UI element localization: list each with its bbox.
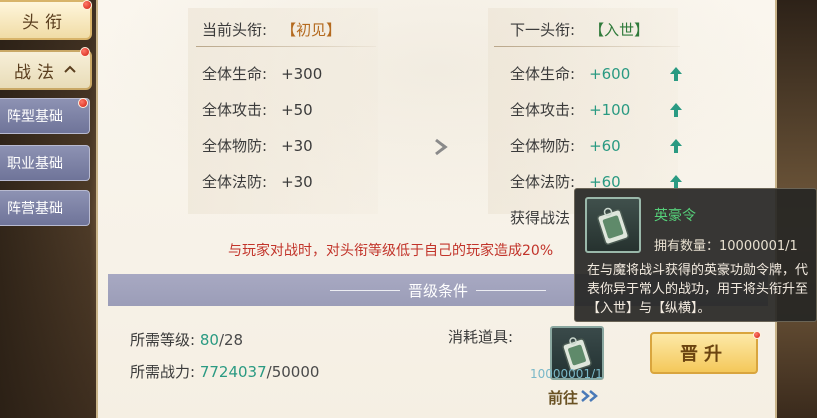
divider xyxy=(494,46,680,47)
promote-button[interactable]: 晋升 xyxy=(650,332,758,374)
stat-label: 全体生命: xyxy=(202,65,268,83)
arrow-up-icon xyxy=(669,102,683,118)
required-level: 所需等级: 80/28 xyxy=(130,329,243,350)
gain-tactic-label: 获得战法 xyxy=(510,209,571,227)
stat-label: 全体生命: xyxy=(510,65,576,83)
tab-tactics[interactable]: 战法 xyxy=(0,50,92,90)
sidebar-item-formation[interactable]: 阵型基础 xyxy=(0,98,90,134)
tab-tactics-label: 战法 xyxy=(14,62,60,83)
notification-dot-title xyxy=(82,0,92,10)
current-title-label: 当前头衔: xyxy=(202,21,268,39)
stat-value: +100 xyxy=(589,100,631,119)
token-icon xyxy=(585,197,641,253)
next-stat-row: 全体攻击: +100 xyxy=(510,99,630,120)
divider xyxy=(476,289,546,291)
next-stat-row: 全体物防: +60 xyxy=(510,135,621,156)
chevron-up-icon xyxy=(64,64,76,77)
stat-value: +50 xyxy=(281,100,313,119)
stat-label: 全体法防: xyxy=(202,173,268,191)
goto-link[interactable]: 前往 xyxy=(548,387,602,408)
stat-value: +60 xyxy=(589,136,621,155)
consume-item-label: 消耗道具: xyxy=(448,328,514,346)
arrow-up-icon xyxy=(669,66,683,82)
item-count: 10000001/1 xyxy=(530,367,603,381)
stat-value: +300 xyxy=(281,64,323,83)
sidebar-item-label: 阵营基础 xyxy=(7,201,63,217)
stat-value: +30 xyxy=(281,172,313,191)
pvp-warning-text: 与玩家对战时，对头衔等级低于自己的玩家造成20% xyxy=(228,243,554,259)
sidebar-item-profession[interactable]: 职业基础 xyxy=(0,145,90,181)
next-stat-row: 全体生命: +600 xyxy=(510,63,630,84)
next-title-name: 【入世】 xyxy=(589,21,650,39)
tab-title[interactable]: 头衔 xyxy=(0,0,92,40)
double-chevron-right-icon xyxy=(580,389,602,407)
promote-button-label: 晋升 xyxy=(680,344,728,365)
current-title-header: 当前头衔: 【初见】 xyxy=(202,19,341,40)
arrow-up-icon xyxy=(669,138,683,154)
next-title-header: 下一头衔: 【入世】 xyxy=(510,19,649,40)
sidebar-item-label: 职业基础 xyxy=(7,156,63,172)
current-stat-row: 全体法防: +30 xyxy=(202,171,313,192)
sidebar-item-faction[interactable]: 阵营基础 xyxy=(0,190,90,226)
level-required: 28 xyxy=(224,331,244,349)
power-required: 50000 xyxy=(271,363,320,381)
item-tooltip: 英豪令 拥有数量：10000001/1 在与魔将战斗获得的英豪功勋令牌，代表你异… xyxy=(574,188,817,322)
conditions-title: 晋级条件 xyxy=(407,281,468,300)
sidebar-item-label: 阵型基础 xyxy=(7,109,63,125)
current-stat-row: 全体生命: +300 xyxy=(202,63,322,84)
arrow-right-icon xyxy=(433,137,453,162)
gain-tactic-row: 获得战法 xyxy=(510,207,570,228)
goto-label: 前往 xyxy=(548,389,579,407)
notification-dot-tactics xyxy=(80,47,90,57)
stat-label: 全体法防: xyxy=(510,173,576,191)
required-level-label: 所需等级: xyxy=(130,331,196,349)
current-stat-row: 全体攻击: +50 xyxy=(202,99,313,120)
stat-value: +30 xyxy=(281,136,313,155)
required-power-label: 所需战力: xyxy=(130,363,196,381)
stat-label: 全体物防: xyxy=(202,137,268,155)
tooltip-item-name: 英豪令 xyxy=(654,208,696,224)
notification-dot-promote xyxy=(753,331,761,339)
required-power: 所需战力: 7724037/50000 xyxy=(130,361,319,382)
tooltip-owned-count: 拥有数量：10000001/1 xyxy=(654,239,798,254)
stat-value: +600 xyxy=(589,64,631,83)
current-title-name: 【初见】 xyxy=(281,21,342,39)
stat-label: 全体攻击: xyxy=(510,101,576,119)
level-current: 80 xyxy=(199,331,219,349)
next-title-label: 下一头衔: xyxy=(510,21,576,39)
current-stat-row: 全体物防: +30 xyxy=(202,135,313,156)
stat-label: 全体物防: xyxy=(510,137,576,155)
notification-dot-formation xyxy=(78,98,88,108)
tooltip-description: 在与魔将战斗获得的英豪功勋令牌，代表你异于常人的战功，用于将头衔升至【入世】与【… xyxy=(587,263,809,316)
tab-title-label: 头衔 xyxy=(22,12,68,33)
divider xyxy=(329,289,400,291)
stat-label: 全体攻击: xyxy=(202,101,268,119)
divider xyxy=(196,46,376,47)
power-current: 7724037 xyxy=(199,363,267,381)
